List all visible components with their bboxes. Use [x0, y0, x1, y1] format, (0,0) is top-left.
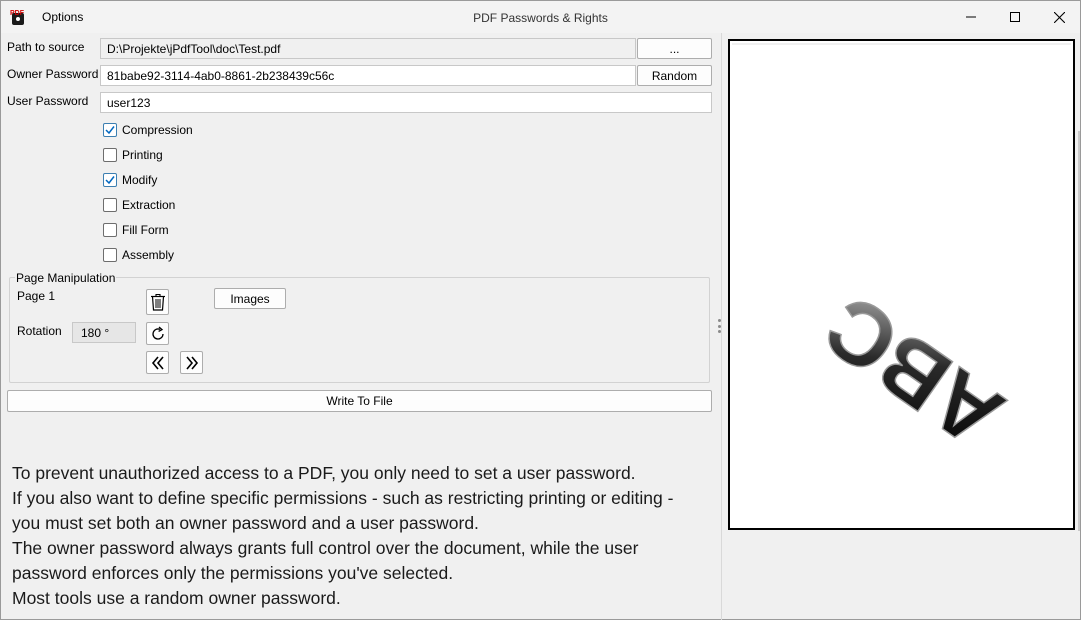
checkbox-extraction[interactable]: Extraction — [103, 197, 175, 213]
scrollbar-edge[interactable] — [1078, 131, 1080, 531]
checkbox-box[interactable] — [103, 223, 117, 237]
info-text: To prevent unauthorized access to a PDF,… — [12, 461, 712, 611]
maximize-icon — [1010, 12, 1020, 22]
checkbox-compression[interactable]: Compression — [103, 122, 193, 138]
next-page-button[interactable] — [180, 351, 203, 374]
previous-page-button[interactable] — [146, 351, 169, 374]
preview-rotated-text: ABC — [807, 277, 1020, 467]
checkbox-fill-form[interactable]: Fill Form — [103, 222, 169, 238]
checkbox-label: Compression — [122, 123, 193, 137]
owner-password-label: Owner Password — [7, 67, 99, 81]
random-button[interactable]: Random — [637, 65, 712, 86]
pdf-preview: ABC — [728, 39, 1075, 530]
checkbox-assembly[interactable]: Assembly — [103, 247, 174, 263]
checkbox-box[interactable] — [103, 173, 117, 187]
double-chevron-left-icon — [151, 355, 164, 370]
rotate-button[interactable] — [146, 322, 169, 345]
checkbox-modify[interactable]: Modify — [103, 172, 157, 188]
info-line: you must set both an owner password and … — [12, 513, 479, 533]
checkbox-label: Extraction — [122, 198, 176, 212]
info-line: If you also want to define specific perm… — [12, 488, 674, 508]
owner-password-field[interactable]: 81babe92-3114-4ab0-8861-2b238439c56c — [100, 65, 636, 86]
path-field[interactable]: D:\Projekte\jPdfTool\doc\Test.pdf — [100, 38, 636, 59]
checkbox-box[interactable] — [103, 248, 117, 262]
checkbox-box[interactable] — [103, 148, 117, 162]
close-icon — [1053, 11, 1065, 23]
trash-icon — [150, 293, 165, 311]
page-label: Page 1 — [17, 289, 56, 303]
window-title: PDF Passwords & Rights — [473, 11, 608, 25]
path-label: Path to source — [7, 40, 85, 54]
checkbox-label: Modify — [122, 173, 158, 187]
checkbox-box[interactable] — [103, 123, 117, 137]
rotation-field[interactable]: 180 ° — [72, 322, 136, 343]
page-manipulation-title: Page Manipulation — [15, 271, 117, 285]
rotation-label: Rotation — [17, 324, 62, 338]
info-line: Most tools use a random owner password. — [12, 588, 341, 608]
user-password-field[interactable]: user123 — [100, 92, 712, 113]
title-bar: PDF Options PDF Passwords & Rights — [1, 1, 1080, 33]
checkmark-icon — [105, 126, 115, 135]
preview-page-content: ABC — [807, 276, 1021, 468]
images-button[interactable]: Images — [214, 288, 286, 309]
splitter[interactable] — [721, 33, 722, 620]
rotate-clockwise-icon — [151, 326, 164, 340]
delete-page-button[interactable] — [146, 289, 169, 315]
minimize-button[interactable] — [949, 1, 993, 33]
maximize-button[interactable] — [993, 1, 1037, 33]
checkbox-label: Assembly — [122, 248, 175, 262]
checkmark-icon — [105, 176, 115, 185]
double-chevron-right-icon — [185, 355, 198, 370]
checkbox-box[interactable] — [103, 198, 117, 212]
info-line: password enforces only the permissions y… — [12, 563, 454, 583]
browse-button[interactable]: ... — [637, 38, 712, 59]
minimize-icon — [966, 16, 976, 18]
info-line: The owner password always grants full co… — [12, 538, 639, 558]
main-window: PDF Options PDF Passwords & Rights Path … — [0, 0, 1081, 620]
user-password-label: User Password — [7, 94, 89, 108]
checkbox-label: Printing — [122, 148, 163, 162]
close-button[interactable] — [1037, 1, 1081, 33]
info-line: To prevent unauthorized access to a PDF,… — [12, 463, 636, 483]
checkbox-printing[interactable]: Printing — [103, 147, 163, 163]
checkbox-label: Fill Form — [122, 223, 169, 237]
write-to-file-button[interactable]: Write To File — [7, 390, 712, 412]
splitter-grip[interactable] — [718, 319, 721, 333]
